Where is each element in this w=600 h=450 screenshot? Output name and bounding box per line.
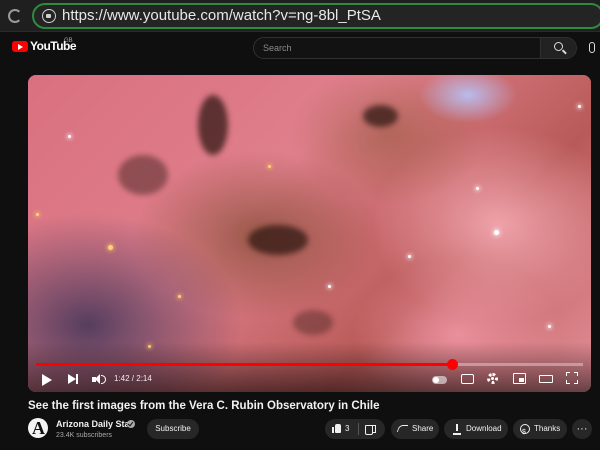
more-actions-button[interactable]: ··· [572, 419, 592, 439]
masthead: YouTube GB [0, 32, 600, 62]
play-icon[interactable] [42, 374, 52, 386]
volume-icon[interactable] [92, 373, 106, 387]
next-icon[interactable] [68, 373, 80, 387]
star [268, 165, 271, 168]
dust-lane [198, 95, 228, 155]
dust-lane [293, 310, 333, 335]
microphone-icon[interactable] [589, 42, 595, 53]
share-label: Share [412, 424, 434, 433]
search-button[interactable] [540, 38, 576, 58]
star [548, 325, 551, 328]
star [476, 187, 479, 190]
site-info-icon[interactable] [42, 9, 56, 23]
scrubber-handle[interactable] [446, 359, 458, 370]
verified-badge-icon [127, 420, 135, 428]
share-icon [396, 425, 409, 432]
star [494, 230, 499, 235]
like-dislike-group: 3 [325, 419, 385, 439]
video-player[interactable]: 1:42 / 2:14 [28, 75, 591, 392]
browser-toolbar: https://www.youtube.com/watch?v=ng-8bl_P… [0, 0, 600, 32]
star [408, 255, 411, 258]
dislike-icon[interactable] [365, 425, 376, 435]
star [578, 105, 581, 108]
region-code: GB [64, 38, 73, 44]
reload-icon[interactable] [8, 9, 22, 23]
star [328, 285, 331, 288]
star [36, 213, 39, 216]
dust-lane [363, 105, 398, 127]
theater-mode-icon[interactable] [539, 375, 553, 383]
progress-played [36, 363, 452, 366]
url-text[interactable]: https://www.youtube.com/watch?v=ng-8bl_P… [62, 7, 381, 24]
thanks-icon [520, 423, 530, 443]
fullscreen-icon[interactable] [566, 372, 578, 384]
youtube-logo-icon[interactable] [12, 41, 28, 52]
like-count[interactable]: 3 [345, 419, 349, 439]
subscriber-count: 23.4K subscribers [56, 432, 113, 439]
star [68, 135, 71, 138]
download-button[interactable]: Download [444, 419, 508, 439]
address-bar[interactable]: https://www.youtube.com/watch?v=ng-8bl_P… [32, 3, 600, 29]
video-title: See the first images from the Vera C. Ru… [28, 400, 380, 412]
controls-overlay [28, 342, 591, 392]
channel-avatar[interactable] [28, 418, 48, 439]
star [178, 295, 181, 298]
progress-bar[interactable] [36, 359, 583, 370]
share-button[interactable]: Share [391, 419, 439, 439]
search-input[interactable] [254, 38, 541, 58]
search-box [253, 37, 577, 59]
subscribe-button[interactable]: Subscribe [147, 419, 199, 439]
settings-gear-icon[interactable] [487, 373, 498, 384]
star [108, 245, 113, 250]
autoplay-toggle-icon[interactable] [432, 376, 447, 384]
like-icon[interactable] [332, 424, 341, 433]
time-display: 1:42 / 2:14 [114, 374, 152, 383]
dust-lane [118, 155, 168, 195]
channel-name[interactable]: Arizona Daily Star [56, 419, 133, 429]
subtitles-icon[interactable] [461, 374, 474, 384]
search-icon [554, 42, 563, 51]
thanks-label: Thanks [534, 424, 561, 433]
like-divider [358, 423, 359, 435]
miniplayer-icon[interactable] [513, 373, 526, 384]
thanks-button[interactable]: Thanks [513, 419, 567, 443]
dust-lane [248, 225, 308, 255]
download-icon [453, 424, 461, 435]
download-label: Download [466, 424, 502, 433]
